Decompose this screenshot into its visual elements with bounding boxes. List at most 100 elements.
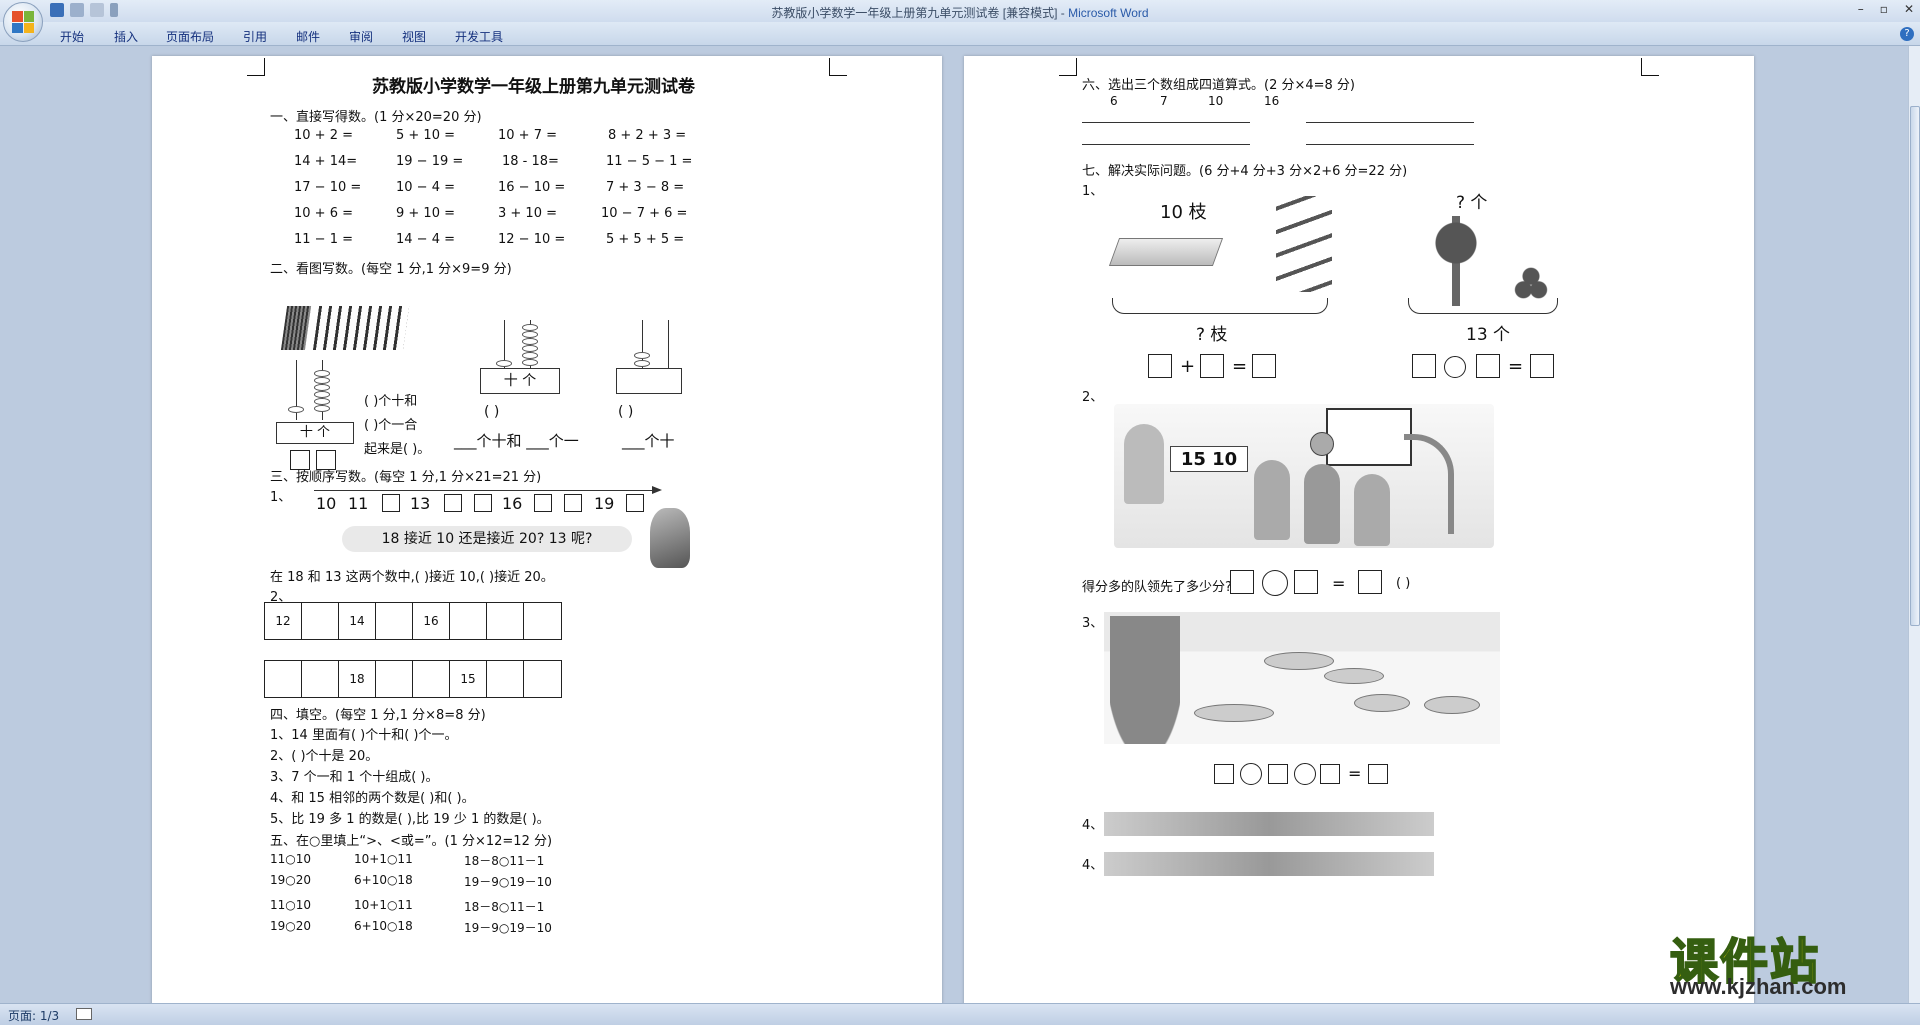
grid-cell[interactable] [413, 661, 450, 697]
grid-cell[interactable] [302, 603, 339, 639]
answer-box[interactable] [1148, 354, 1172, 378]
compare-item: 10+1○11 [354, 852, 413, 866]
bubble-text: 18 接近 10 还是接近 20? 13 呢? [381, 531, 593, 547]
tab-view[interactable]: 视图 [402, 28, 426, 45]
calc-item: 14 − 4 = [396, 232, 455, 247]
grid-cell[interactable] [524, 661, 561, 697]
answer-box[interactable] [1530, 354, 1554, 378]
answer-line[interactable] [1082, 122, 1250, 123]
operator-circle[interactable] [1262, 570, 1288, 596]
window-title: 苏教版小学数学一年级上册第九单元测试卷 [兼容模式] - Microsoft W… [0, 4, 1920, 21]
answer-box[interactable] [444, 494, 462, 512]
answer-line[interactable] [1306, 122, 1474, 123]
calc-item: 3 + 10 = [498, 206, 557, 221]
grid-cell[interactable]: 18 [339, 661, 376, 697]
answer-box[interactable] [564, 494, 582, 512]
fill-text: 在 18 和 13 这两个数中,( )接近 10,( )接近 20。 [270, 570, 554, 585]
tab-page-layout[interactable]: 页面布局 [166, 28, 214, 45]
question-mark-label: ? 枝 [1196, 325, 1228, 345]
vertical-scrollbar[interactable] [1908, 46, 1920, 1003]
crop-mark [829, 58, 847, 76]
grid-cell[interactable]: 14 [339, 603, 376, 639]
tab-mailings[interactable]: 邮件 [296, 28, 320, 45]
answer-box[interactable] [626, 494, 644, 512]
answer-box[interactable] [1358, 570, 1382, 594]
abacus-label-box: 十 个 [276, 422, 354, 444]
answer-line[interactable] [1306, 144, 1474, 145]
pencil-count-label: 10 枝 [1160, 202, 1207, 223]
answer-box[interactable] [534, 494, 552, 512]
answer-box[interactable] [1200, 354, 1224, 378]
tab-home[interactable]: 开始 [60, 28, 84, 45]
question-number: 2、 [1082, 390, 1104, 405]
calc-item: 19 − 19 = [396, 154, 464, 169]
calc-item: 10 + 7 = [498, 128, 557, 143]
ribbon-tabs: 开始 插入 页面布局 引用 邮件 审阅 视图 开发工具 ? [0, 22, 1920, 46]
answer-box[interactable] [1230, 570, 1254, 594]
tab-developer[interactable]: 开发工具 [455, 28, 503, 45]
answer-box[interactable] [1368, 764, 1388, 784]
answer-box[interactable] [474, 494, 492, 512]
answer-box[interactable] [1476, 354, 1500, 378]
answer-box[interactable] [1268, 764, 1288, 784]
section-6-heading: 六、选出三个数组成四道算式。(2 分×4=8 分) [1082, 78, 1356, 93]
grid-cell[interactable] [487, 603, 524, 639]
crop-mark [1641, 58, 1659, 76]
grid-cell[interactable] [450, 603, 487, 639]
calc-item: 5 + 5 + 5 = [606, 232, 685, 247]
minimize-button[interactable]: – [1858, 2, 1864, 16]
calc-item: 5 + 10 = [396, 128, 455, 143]
plus-sign: + [1180, 356, 1196, 377]
grid-cell[interactable] [487, 661, 524, 697]
tab-review[interactable]: 审阅 [349, 28, 373, 45]
compare-item: 19－9○19－10 [464, 921, 552, 935]
grid-cell[interactable] [524, 603, 561, 639]
answer-line[interactable] [1082, 144, 1250, 145]
scoreboard-score: 15 10 [1180, 449, 1238, 470]
answer-box[interactable] [1214, 764, 1234, 784]
answer-box[interactable] [1252, 354, 1276, 378]
operator-circle[interactable] [1294, 763, 1316, 785]
grid-cell[interactable]: 15 [450, 661, 487, 697]
help-icon[interactable]: ? [1900, 27, 1914, 41]
tab-insert[interactable]: 插入 [114, 28, 138, 45]
page-counter[interactable]: 页面: 1/3 [8, 1007, 59, 1024]
stick-bundle-image [280, 306, 414, 350]
grid-cell[interactable]: 16 [413, 603, 450, 639]
calc-item: 11 − 1 = [294, 232, 353, 247]
operator-circle[interactable] [1444, 356, 1466, 378]
compare-item: 11○10 [270, 852, 312, 866]
compare-item: 19○20 [270, 873, 312, 887]
abacus-image [622, 320, 692, 368]
section-1-heading: 一、直接写得数。(1 分×20=20 分) [270, 110, 482, 125]
total-count-label: 13 个 [1466, 325, 1511, 345]
maximize-button[interactable]: ▫ [1880, 2, 1888, 16]
pencil-box-image [1108, 238, 1224, 266]
answer-box[interactable] [1320, 764, 1340, 784]
given-number: 7 [1160, 94, 1168, 108]
grid-cell[interactable] [376, 603, 413, 639]
houses-scene-image [1104, 812, 1434, 836]
operator-circle[interactable] [1240, 763, 1262, 785]
section-7-heading: 七、解决实际问题。(6 分+4 分+3 分×2+6 分=22 分) [1082, 164, 1408, 179]
compare-item: 10+1○11 [354, 898, 413, 912]
grid-cell[interactable] [265, 661, 302, 697]
abacus-label-box: 十 个 [480, 368, 560, 394]
fill-item: 2、( )个十是 20。 [270, 749, 379, 764]
fill-parens: ( ) [484, 404, 500, 420]
grid-cell[interactable] [302, 661, 339, 697]
proofing-icon[interactable] [76, 1008, 92, 1020]
tab-references[interactable]: 引用 [243, 28, 267, 45]
answer-box[interactable] [1294, 570, 1318, 594]
answer-box[interactable] [1412, 354, 1436, 378]
fill-text: ( )个十和 [364, 394, 418, 409]
grid-cell[interactable] [376, 661, 413, 697]
question-text: 得分多的队领先了多少分? [1082, 580, 1232, 595]
scrollbar-thumb[interactable] [1910, 106, 1920, 626]
grid-cell[interactable]: 12 [265, 603, 302, 639]
office-button[interactable] [3, 2, 43, 42]
close-button[interactable]: ✕ [1904, 2, 1914, 16]
equals-sign: = [1508, 356, 1524, 377]
answer-box[interactable] [382, 494, 400, 512]
compare-item: 19○20 [270, 919, 312, 933]
